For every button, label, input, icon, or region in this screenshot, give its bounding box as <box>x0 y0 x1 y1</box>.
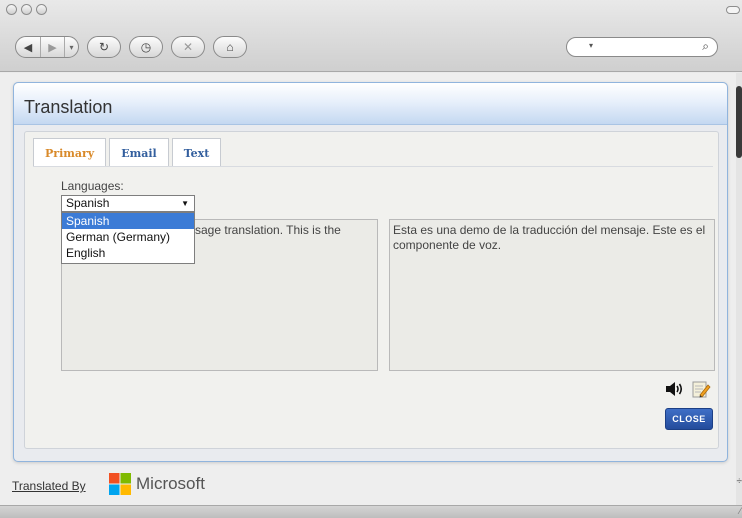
toolbar-toggle-icon[interactable] <box>726 6 740 14</box>
language-dropdown-list: Spanish German (Germany) English <box>61 212 195 264</box>
edit-notepad-icon[interactable] <box>691 379 711 399</box>
history-icon[interactable]: ◷ <box>129 36 163 58</box>
microsoft-logo-icon <box>109 473 131 495</box>
browser-toolbar: ◀ ▶ ▾ ↻ ◷ ✕ ⌂ ▾ ⌕ <box>0 0 742 72</box>
scrollbar-thumb[interactable] <box>736 86 742 158</box>
window-controls <box>6 4 47 15</box>
speaker-icon[interactable] <box>665 380 685 398</box>
magnifier-icon[interactable]: ⌕ <box>702 39 709 54</box>
reload-icon[interactable]: ↻ <box>87 36 121 58</box>
search-engine-dropdown-icon[interactable]: ▾ <box>589 41 593 50</box>
status-bar <box>0 505 742 518</box>
stop-icon[interactable]: ✕ <box>171 36 205 58</box>
home-icon[interactable]: ⌂ <box>213 36 247 58</box>
tab-panel: Primary Email Text Languages: Spanish ▼ … <box>24 131 719 449</box>
minimize-window-icon[interactable] <box>21 4 32 15</box>
language-select[interactable]: Spanish ▼ <box>61 195 195 212</box>
history-dropdown-icon[interactable]: ▾ <box>64 37 78 57</box>
microsoft-brand-text: Microsoft <box>136 474 205 493</box>
resize-handle-icon[interactable]: ⁄ <box>739 506 741 516</box>
tab-primary[interactable]: Primary <box>33 138 107 167</box>
search-input[interactable]: ▾ ⌕ <box>566 37 718 57</box>
language-select-value: Spanish <box>66 196 110 210</box>
close-window-icon[interactable] <box>6 4 17 15</box>
translated-text-area[interactable]: Esta es una demo de la traducción del me… <box>389 219 715 371</box>
tab-text[interactable]: Text <box>171 138 222 167</box>
language-option-spanish[interactable]: Spanish <box>62 213 194 229</box>
translated-text: Esta es una demo de la traducción del me… <box>393 223 706 252</box>
page-edge-marker: ÷ <box>736 476 742 487</box>
close-button[interactable]: CLOSE <box>665 408 713 430</box>
back-forward-group: ◀ ▶ ▾ <box>15 36 79 58</box>
translated-by-link[interactable]: Translated By <box>12 479 86 493</box>
dialog-header: Translation <box>14 83 727 125</box>
back-icon[interactable]: ◀ <box>16 37 40 57</box>
tab-bar: Primary Email Text <box>33 138 222 167</box>
tab-email[interactable]: Email <box>109 138 169 167</box>
tab-divider <box>33 166 713 167</box>
dialog-title: Translation <box>24 97 113 117</box>
language-option-english[interactable]: English <box>62 245 194 261</box>
zoom-window-icon[interactable] <box>36 4 47 15</box>
chevron-down-icon: ▼ <box>181 199 189 208</box>
navigation-bar: ◀ ▶ ▾ ↻ ◷ ✕ ⌂ <box>15 36 247 58</box>
languages-label: Languages: <box>61 179 124 193</box>
translation-dialog: Translation Primary Email Text Languages… <box>13 82 728 462</box>
language-option-german[interactable]: German (Germany) <box>62 229 194 245</box>
forward-icon[interactable]: ▶ <box>40 37 64 57</box>
